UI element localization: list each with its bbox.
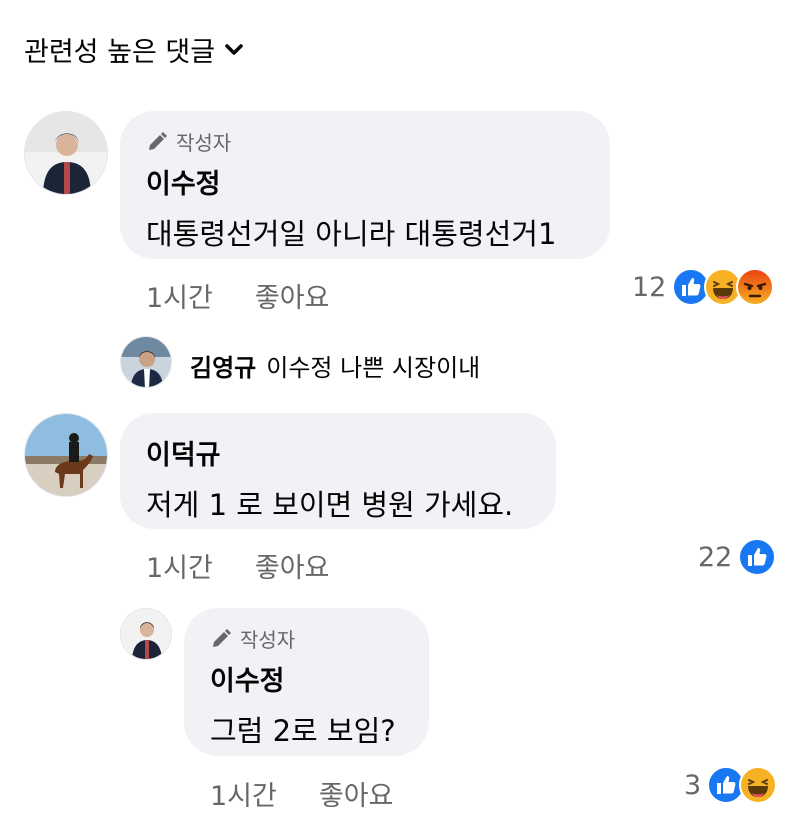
like-button[interactable]: 좋아요 xyxy=(255,546,330,585)
haha-icon xyxy=(739,766,778,804)
reaction-summary[interactable]: 3 xyxy=(684,766,778,804)
author-badge-label: 작성자 xyxy=(176,131,232,155)
reaction-count: 22 xyxy=(698,541,733,573)
comment-author[interactable]: 이수정 xyxy=(146,162,610,201)
reply-preview-author: 김영규 xyxy=(190,354,257,382)
avatar[interactable] xyxy=(24,413,108,497)
pencil-icon xyxy=(149,131,167,150)
like-icon xyxy=(738,538,777,576)
person-photo xyxy=(25,112,107,194)
angry-icon xyxy=(736,268,775,306)
reply-preview-text: 이수정 나쁜 시장이내 xyxy=(266,354,481,382)
chevron-down-icon xyxy=(225,43,243,55)
reply-bubble: 작성자 이수정 그럼 2로 보임? xyxy=(184,608,429,756)
reply-preview[interactable]: 김영규 이수정 나쁜 시장이내 xyxy=(190,348,480,383)
reply-time[interactable]: 1시간 xyxy=(210,774,277,813)
reply-preview-avatar[interactable] xyxy=(120,336,172,388)
comment-actions: 1시간 좋아요 xyxy=(146,276,329,315)
sort-selector[interactable]: 관련성 높은 댓글 xyxy=(24,30,243,69)
reaction-count: 3 xyxy=(684,769,702,801)
reaction-summary[interactable]: 22 xyxy=(698,538,777,576)
reply-text: 그럼 2로 보임? xyxy=(210,714,396,748)
reaction-summary[interactable]: 12 xyxy=(632,268,775,306)
like-button[interactable]: 좋아요 xyxy=(319,774,394,813)
comment-text: 저게 1 로 보이면 병원 가세요. xyxy=(146,488,514,522)
person-photo xyxy=(121,337,171,387)
reply-author[interactable]: 이수정 xyxy=(210,659,429,698)
comment-time[interactable]: 1시간 xyxy=(146,546,213,585)
sort-label: 관련성 높은 댓글 xyxy=(24,37,216,68)
author-badge: 작성자 xyxy=(210,624,429,653)
like-button[interactable]: 좋아요 xyxy=(255,276,330,315)
comment-time[interactable]: 1시간 xyxy=(146,276,213,315)
comment-bubble: 작성자 이수정 대통령선거일 아니라 대통령선거1 xyxy=(120,111,610,259)
author-badge: 작성자 xyxy=(146,127,610,156)
avatar[interactable] xyxy=(24,111,108,195)
comment-actions: 1시간 좋아요 xyxy=(146,546,329,585)
reply-avatar[interactable] xyxy=(120,608,172,660)
comment-text: 대통령선거일 아니라 대통령선거1 xyxy=(146,217,557,251)
reply-actions: 1시간 좋아요 xyxy=(210,774,393,813)
person-photo xyxy=(121,609,171,659)
pencil-icon xyxy=(213,628,231,647)
reaction-count: 12 xyxy=(632,271,667,303)
comment-bubble: 이덕규 저게 1 로 보이면 병원 가세요. xyxy=(120,413,556,529)
comment-author[interactable]: 이덕규 xyxy=(146,433,556,472)
horse-rider-photo xyxy=(25,414,107,496)
author-badge-label: 작성자 xyxy=(240,628,296,652)
